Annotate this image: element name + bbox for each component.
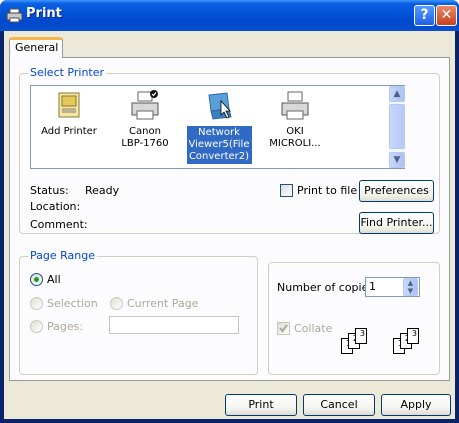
printer-label-network-line2: Viewer5(File [188, 139, 250, 150]
collate-pages-icon: 1 2 3 [393, 328, 419, 354]
printer-list-scrollbar[interactable]: ▲ ▼ [389, 86, 405, 168]
radio-selection[interactable] [30, 297, 43, 310]
page-range-legend: Page Range [28, 249, 97, 262]
pages-input[interactable] [109, 316, 239, 334]
find-printer-button[interactable]: Find Printer... [359, 212, 434, 234]
collate-checkbox[interactable] [277, 322, 290, 335]
printer-item-canon[interactable]: Canon LBP-1760 [109, 89, 181, 150]
radio-selection-label[interactable]: Selection [47, 297, 98, 310]
preferences-button[interactable]: Preferences [359, 180, 434, 202]
comment-label: Comment: [30, 218, 88, 231]
print-dialog: Print ? ✕ General Select Printer Add Pri… [0, 0, 459, 423]
collate-label[interactable]: Collate [294, 322, 332, 335]
general-tab-panel: Select Printer Add Printer Canon LBP-176… [9, 57, 450, 381]
scroll-down-button[interactable]: ▼ [389, 152, 405, 168]
copies-value: 1 [369, 280, 376, 293]
radio-all[interactable] [30, 273, 43, 286]
location-label: Location: [30, 200, 81, 213]
printer-icon [131, 90, 159, 120]
apply-button[interactable]: Apply [381, 394, 451, 416]
collate-pages-icon: 1 2 3 [341, 328, 367, 354]
title-bar[interactable]: Print ? ✕ [0, 0, 459, 31]
printer-label-oki-line1: OKI [286, 126, 304, 137]
window-title: Print [26, 6, 62, 21]
printer-label-network-line3: Converter2) [188, 151, 250, 162]
printer-label-canon-line1: Canon [129, 126, 161, 137]
radio-current-page-label[interactable]: Current Page [127, 297, 198, 310]
tab-general[interactable]: General [9, 37, 63, 58]
help-button[interactable]: ? [414, 5, 435, 26]
printer-icon [281, 91, 309, 120]
copies-spinner[interactable]: ▲ ▼ [403, 278, 418, 296]
printer-label-network-line1: Network [198, 127, 240, 138]
check-icon [279, 324, 288, 333]
radio-selected-dot [34, 277, 39, 282]
close-button[interactable]: ✕ [436, 5, 457, 26]
select-printer-legend: Select Printer [28, 66, 107, 79]
scroll-up-button[interactable]: ▲ [389, 86, 405, 102]
radio-current-page[interactable] [110, 297, 123, 310]
radio-pages[interactable] [30, 320, 43, 333]
print-button[interactable]: Print [225, 394, 297, 416]
printer-item-oki[interactable]: OKI MICROLI... [259, 89, 331, 150]
print-to-file-checkbox[interactable] [280, 184, 293, 197]
scroll-thumb[interactable] [389, 104, 405, 149]
radio-all-label[interactable]: All [47, 273, 61, 286]
print-to-file-label[interactable]: Print to file [297, 184, 357, 197]
page-3-icon: 3 [355, 328, 367, 344]
printer-icon [6, 8, 23, 23]
status-value: Ready [85, 184, 120, 197]
printer-item-add-printer[interactable]: Add Printer [33, 89, 105, 138]
printer-item-network-viewer5[interactable]: Network Viewer5(File Converter2) [183, 89, 255, 164]
number-of-copies-label: Number of copies: [277, 281, 378, 294]
printer-label-canon-line2: LBP-1760 [121, 138, 169, 149]
printer-label-oki-line2: MICROLI... [269, 138, 321, 149]
printer-label-add: Add Printer [41, 126, 97, 137]
dialog-client: General Select Printer Add Printer Canon… [4, 31, 455, 419]
status-label: Status: [30, 184, 69, 197]
radio-pages-label[interactable]: Pages: [47, 320, 83, 333]
page-3-icon: 3 [407, 328, 419, 344]
printer-list[interactable]: Add Printer Canon LBP-1760 Network Viewe… [30, 85, 405, 169]
network-printer-icon [208, 92, 232, 120]
add-printer-icon [58, 92, 80, 118]
cancel-button[interactable]: Cancel [303, 394, 375, 416]
